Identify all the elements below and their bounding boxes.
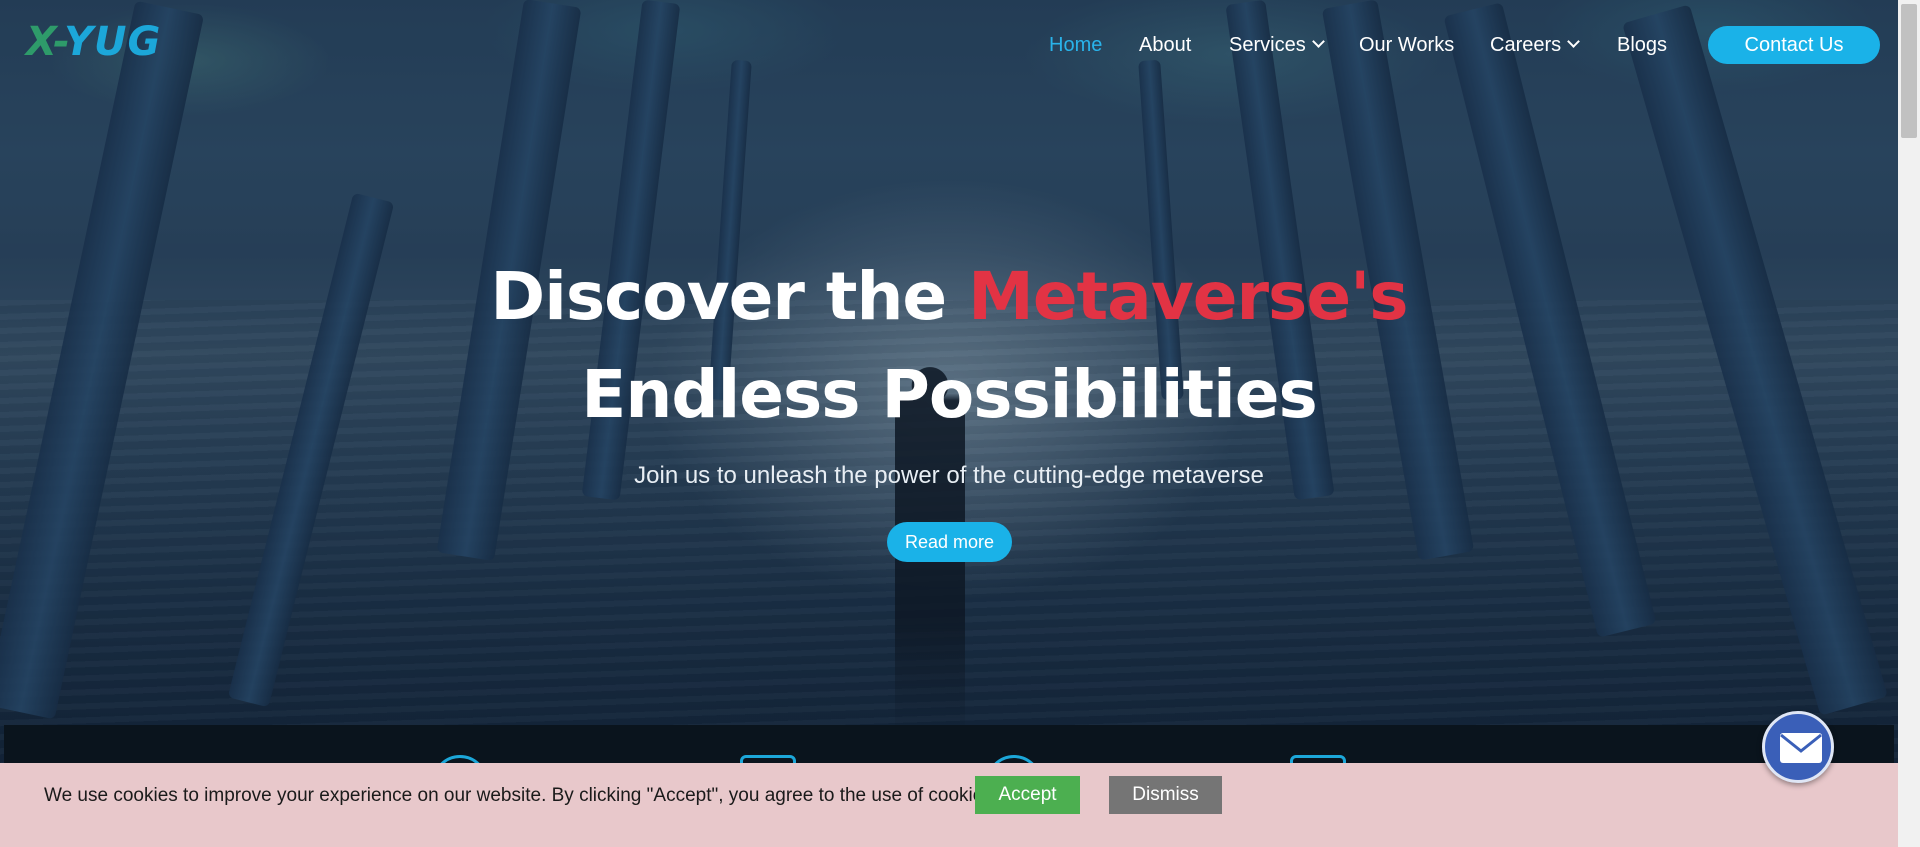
hero-subtitle: Join us to unleash the power of the cutt… bbox=[634, 462, 1264, 489]
contact-us-button[interactable]: Contact Us bbox=[1708, 26, 1880, 64]
top-navigation: X-YUG Home About Services Our Works Care… bbox=[0, 0, 1898, 88]
hero-title-accent: Metaverse's bbox=[968, 258, 1408, 335]
site-logo[interactable]: X-YUG bbox=[26, 20, 161, 64]
chevron-down-icon bbox=[1311, 35, 1325, 48]
logo-yug: YUG bbox=[64, 19, 162, 65]
accept-cookies-button[interactable]: Accept bbox=[975, 776, 1080, 814]
scrollbar-thumb[interactable] bbox=[1901, 4, 1917, 138]
nav-services[interactable]: Services bbox=[1229, 31, 1325, 59]
nav-careers-label: Careers bbox=[1490, 34, 1562, 56]
mail-icon bbox=[1780, 733, 1822, 763]
cookie-message: We use cookies to improve your experienc… bbox=[44, 785, 999, 806]
nav-blogs[interactable]: Blogs bbox=[1617, 31, 1667, 59]
logo-x: X bbox=[26, 19, 54, 65]
dismiss-cookies-button[interactable]: Dismiss bbox=[1109, 776, 1222, 814]
logo-dash: - bbox=[53, 19, 65, 65]
hero-title-line1: Discover the Metaverse's bbox=[0, 258, 1898, 335]
nav-services-label: Services bbox=[1229, 34, 1306, 56]
nav-home[interactable]: Home bbox=[1049, 31, 1102, 59]
mail-fab-button[interactable] bbox=[1762, 711, 1834, 783]
read-more-button[interactable]: Read more bbox=[887, 522, 1012, 562]
nav-about[interactable]: About bbox=[1139, 31, 1191, 59]
chevron-down-icon bbox=[1567, 35, 1581, 48]
nav-careers[interactable]: Careers bbox=[1490, 31, 1581, 59]
hero-title-line2: Endless Possibilities bbox=[581, 356, 1318, 433]
nav-our-works[interactable]: Our Works bbox=[1359, 31, 1454, 59]
hero-title-prefix: Discover the bbox=[490, 258, 969, 335]
